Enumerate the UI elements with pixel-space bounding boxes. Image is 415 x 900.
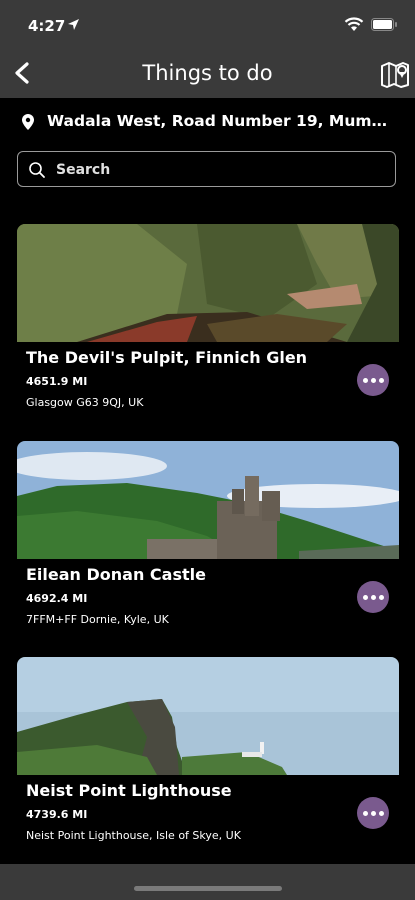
search-bar[interactable] xyxy=(17,151,396,187)
place-name: The Devil's Pulpit, Finnich Glen xyxy=(26,348,308,367)
place-address: Glasgow G63 9QJ, UK xyxy=(26,396,144,409)
search-input[interactable] xyxy=(54,157,388,183)
place-address: Neist Point Lighthouse, Isle of Skye, UK xyxy=(26,829,241,842)
wifi-icon xyxy=(344,17,364,31)
search-icon xyxy=(29,162,45,178)
place-card[interactable]: Neist Point Lighthouse 4739.6 MI Neist P… xyxy=(17,657,399,853)
place-photo[interactable] xyxy=(17,657,399,775)
location-pin-icon xyxy=(22,114,34,130)
location-arrow-icon xyxy=(68,19,79,30)
nav-bar: Things to do xyxy=(0,48,415,98)
more-options-button[interactable] xyxy=(357,797,389,829)
place-distance: 4651.9 MI xyxy=(26,375,88,388)
place-card[interactable]: The Devil's Pulpit, Finnich Glen 4651.9 … xyxy=(17,224,399,420)
place-name: Neist Point Lighthouse xyxy=(26,781,232,800)
map-icon[interactable] xyxy=(380,60,410,88)
page-title: Things to do xyxy=(142,61,273,85)
place-name: Eilean Donan Castle xyxy=(26,565,206,584)
place-photo[interactable] xyxy=(17,441,399,559)
more-options-button[interactable] xyxy=(357,581,389,613)
bottom-bar xyxy=(0,864,415,900)
status-time: 4:27 xyxy=(28,17,66,35)
current-location[interactable]: Wadala West, Road Number 19, Mumbai, In.… xyxy=(22,112,402,134)
place-photo[interactable] xyxy=(17,224,399,342)
more-icon xyxy=(362,810,368,816)
battery-icon xyxy=(371,18,397,31)
location-text: Wadala West, Road Number 19, Mumbai, In.… xyxy=(47,112,395,130)
more-options-button[interactable] xyxy=(357,364,389,396)
place-card[interactable]: Eilean Donan Castle 4692.4 MI 7FFM+FF Do… xyxy=(17,441,399,637)
status-bar: 4:27 xyxy=(0,0,415,48)
place-distance: 4692.4 MI xyxy=(26,592,88,605)
more-icon xyxy=(362,594,368,600)
place-distance: 4739.6 MI xyxy=(26,808,88,821)
more-icon xyxy=(362,377,368,383)
place-address: 7FFM+FF Dornie, Kyle, UK xyxy=(26,613,169,626)
home-indicator[interactable] xyxy=(134,886,282,891)
